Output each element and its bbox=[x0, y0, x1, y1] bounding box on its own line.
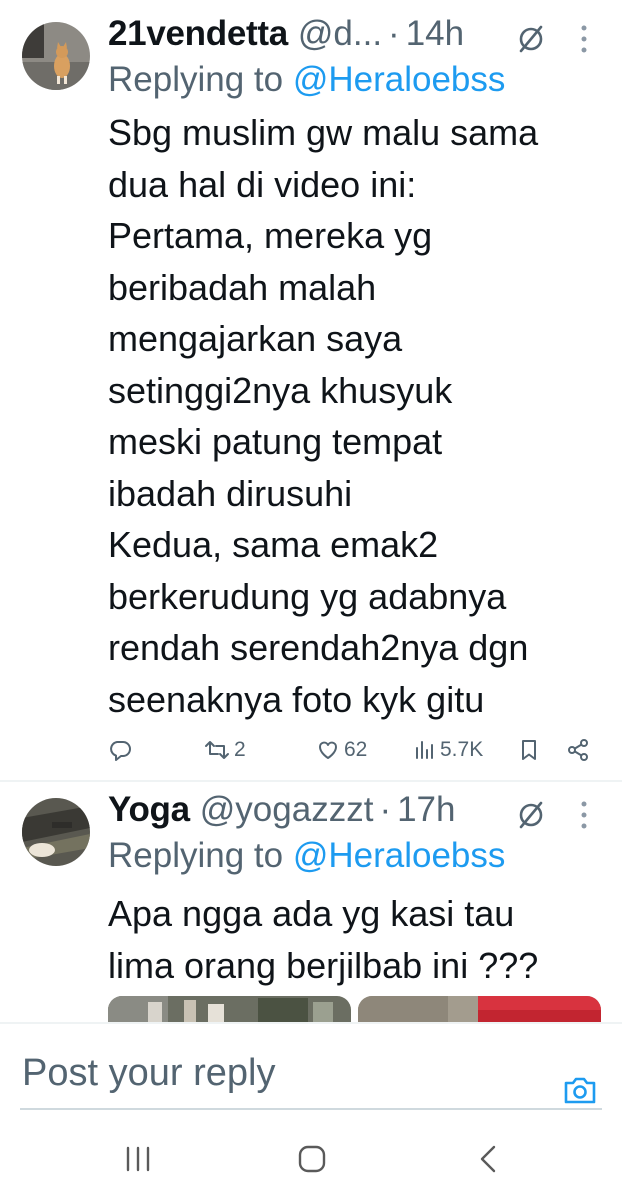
grok-icon[interactable] bbox=[516, 800, 546, 830]
views-count: 5.7K bbox=[440, 738, 484, 761]
retweet-count: 2 bbox=[234, 738, 246, 761]
recent-apps-icon[interactable] bbox=[124, 1144, 152, 1174]
camera-icon[interactable] bbox=[562, 1074, 598, 1106]
timestamp[interactable]: 17h bbox=[397, 790, 455, 830]
views-icon bbox=[416, 741, 433, 759]
tweet-text-line: Sbg muslim gw malu sama bbox=[108, 112, 539, 153]
tweet-text-line: setinggi2nya khusyuk bbox=[108, 369, 453, 411]
media-preview-1[interactable] bbox=[108, 996, 351, 1022]
user-handle[interactable]: @d... bbox=[298, 14, 382, 54]
reply-icon bbox=[110, 741, 131, 761]
separator-dot: · bbox=[379, 790, 392, 829]
tweet-text-line: beribadah malah bbox=[108, 266, 377, 308]
bookmark-icon bbox=[522, 740, 536, 760]
more-options-icon[interactable] bbox=[580, 800, 588, 830]
home-icon[interactable] bbox=[297, 1144, 327, 1174]
tweet-header: Yoga @yogazzzt · 17h bbox=[108, 790, 456, 830]
tweet-text-line: Pertama, mereka yg bbox=[108, 215, 433, 256]
timestamp[interactable]: 14h bbox=[406, 14, 464, 54]
like-button[interactable]: 62 bbox=[316, 738, 367, 762]
tweet-actions: 2 62 5.7K bbox=[108, 738, 598, 762]
display-name[interactable]: 21vendetta bbox=[108, 14, 288, 54]
more-options-icon[interactable] bbox=[580, 24, 588, 54]
tweet-text: Apa ngga ada yg kasi tau lima orang berj… bbox=[108, 888, 608, 991]
replying-label: Replying to bbox=[108, 836, 293, 875]
retweet-button[interactable]: 2 bbox=[204, 738, 246, 762]
share-button[interactable] bbox=[566, 738, 590, 762]
grok-icon[interactable] bbox=[516, 24, 546, 54]
tweet-2[interactable]: Yoga @yogazzzt · 17h Replying to @Heralo… bbox=[0, 782, 622, 1022]
replying-label: Replying to bbox=[108, 60, 293, 99]
tweet-text-line: Apa ngga ada yg kasi tau bbox=[108, 893, 515, 934]
reply-input[interactable]: Post your reply bbox=[22, 1052, 275, 1095]
retweet-icon bbox=[205, 741, 229, 759]
replying-to: Replying to @Heraloebss bbox=[108, 60, 505, 100]
tweet-text-line: mengajarkan saya bbox=[108, 318, 403, 359]
heart-icon bbox=[319, 741, 337, 759]
tweet-1[interactable]: 21vendetta @d... · 14h Replying to @Hera… bbox=[0, 0, 622, 780]
tweet-text-line: dua hal di video ini: bbox=[108, 163, 417, 205]
share-icon bbox=[568, 739, 588, 761]
system-navigation-bar bbox=[0, 1114, 622, 1200]
tweet-text: Sbg muslim gw malu sama dua hal di video… bbox=[108, 107, 608, 725]
tweet-text-line: rendah serendah2nya dgn bbox=[108, 627, 529, 668]
back-icon[interactable] bbox=[476, 1144, 500, 1174]
avatar[interactable] bbox=[22, 22, 90, 90]
tweet-text-line: berkerudung yg adabnya bbox=[108, 575, 507, 617]
tweet-header: 21vendetta @d... · 14h bbox=[108, 14, 464, 54]
like-count: 62 bbox=[344, 738, 368, 761]
tweet-text-line: ibadah dirusuhi bbox=[108, 472, 353, 514]
reply-composer: Post your reply bbox=[0, 1022, 622, 1116]
reply-underline bbox=[20, 1108, 602, 1110]
display-name[interactable]: Yoga bbox=[108, 790, 190, 830]
avatar[interactable] bbox=[22, 798, 90, 866]
tweet-text-line: seenaknya foto kyk gitu bbox=[108, 678, 485, 720]
tweet-text-line: Kedua, sama emak2 bbox=[108, 524, 439, 565]
media-preview-2[interactable] bbox=[358, 996, 601, 1022]
tweet-text-line: lima orang berjilbab ini ??? bbox=[108, 944, 539, 986]
reply-button[interactable] bbox=[108, 738, 132, 762]
separator-dot: · bbox=[388, 14, 400, 53]
replying-to: Replying to @Heraloebss bbox=[108, 836, 505, 876]
user-handle[interactable]: @yogazzzt bbox=[200, 790, 374, 830]
replying-mention[interactable]: @Heraloebss bbox=[293, 60, 506, 99]
views-button[interactable]: 5.7K bbox=[414, 738, 483, 762]
bookmark-button[interactable] bbox=[518, 738, 540, 762]
tweet-text-line: meski patung tempat bbox=[108, 421, 443, 462]
replying-mention[interactable]: @Heraloebss bbox=[293, 836, 506, 875]
